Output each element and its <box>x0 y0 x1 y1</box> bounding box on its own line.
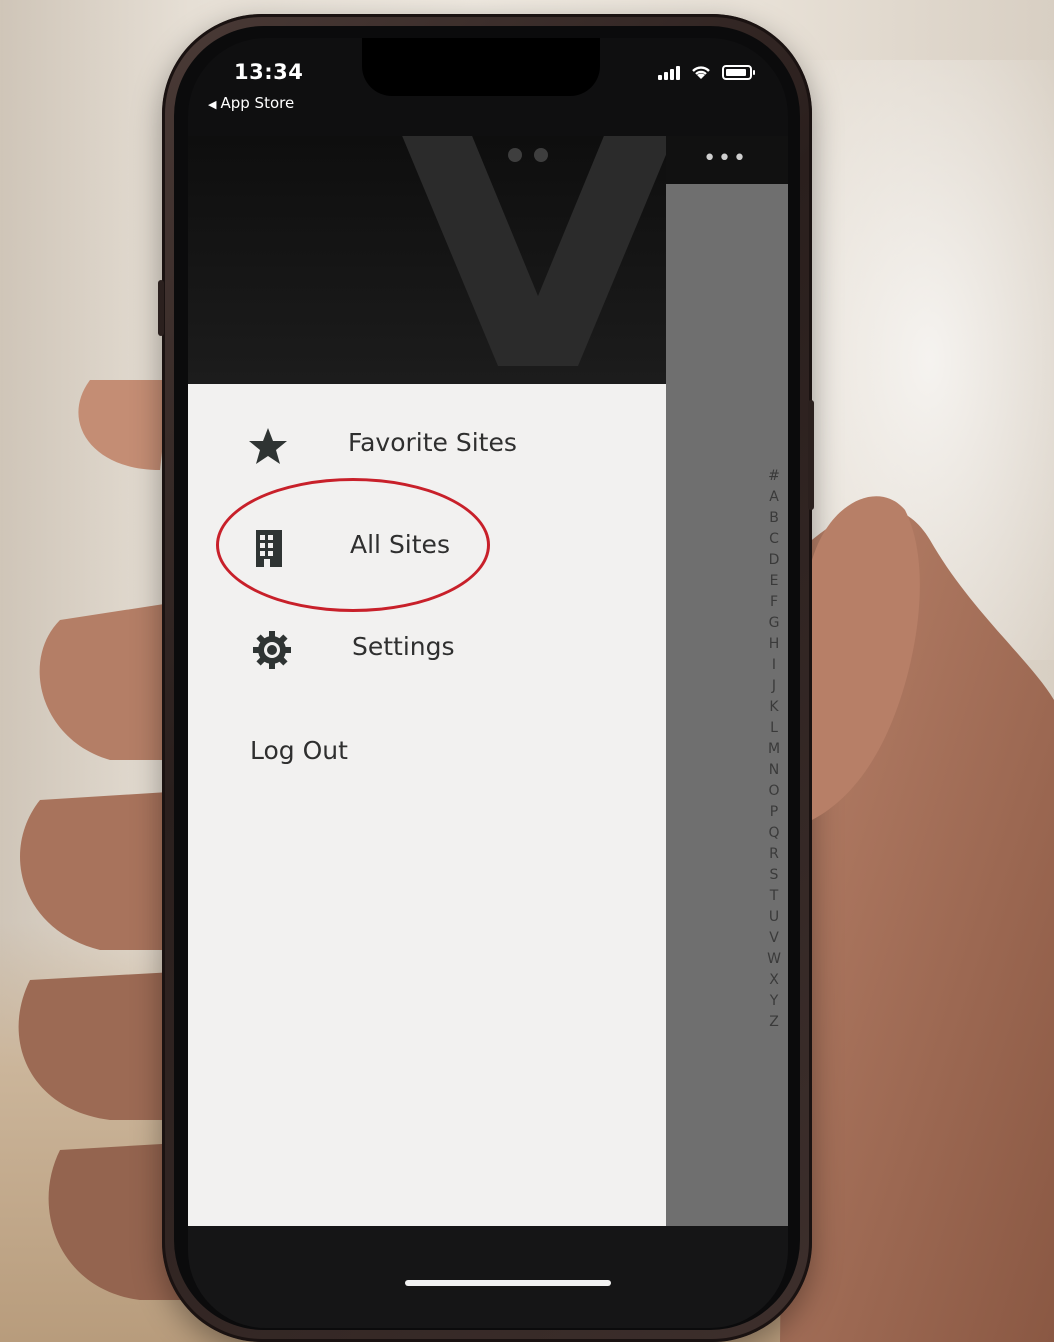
thumb-overlay <box>812 496 920 820</box>
